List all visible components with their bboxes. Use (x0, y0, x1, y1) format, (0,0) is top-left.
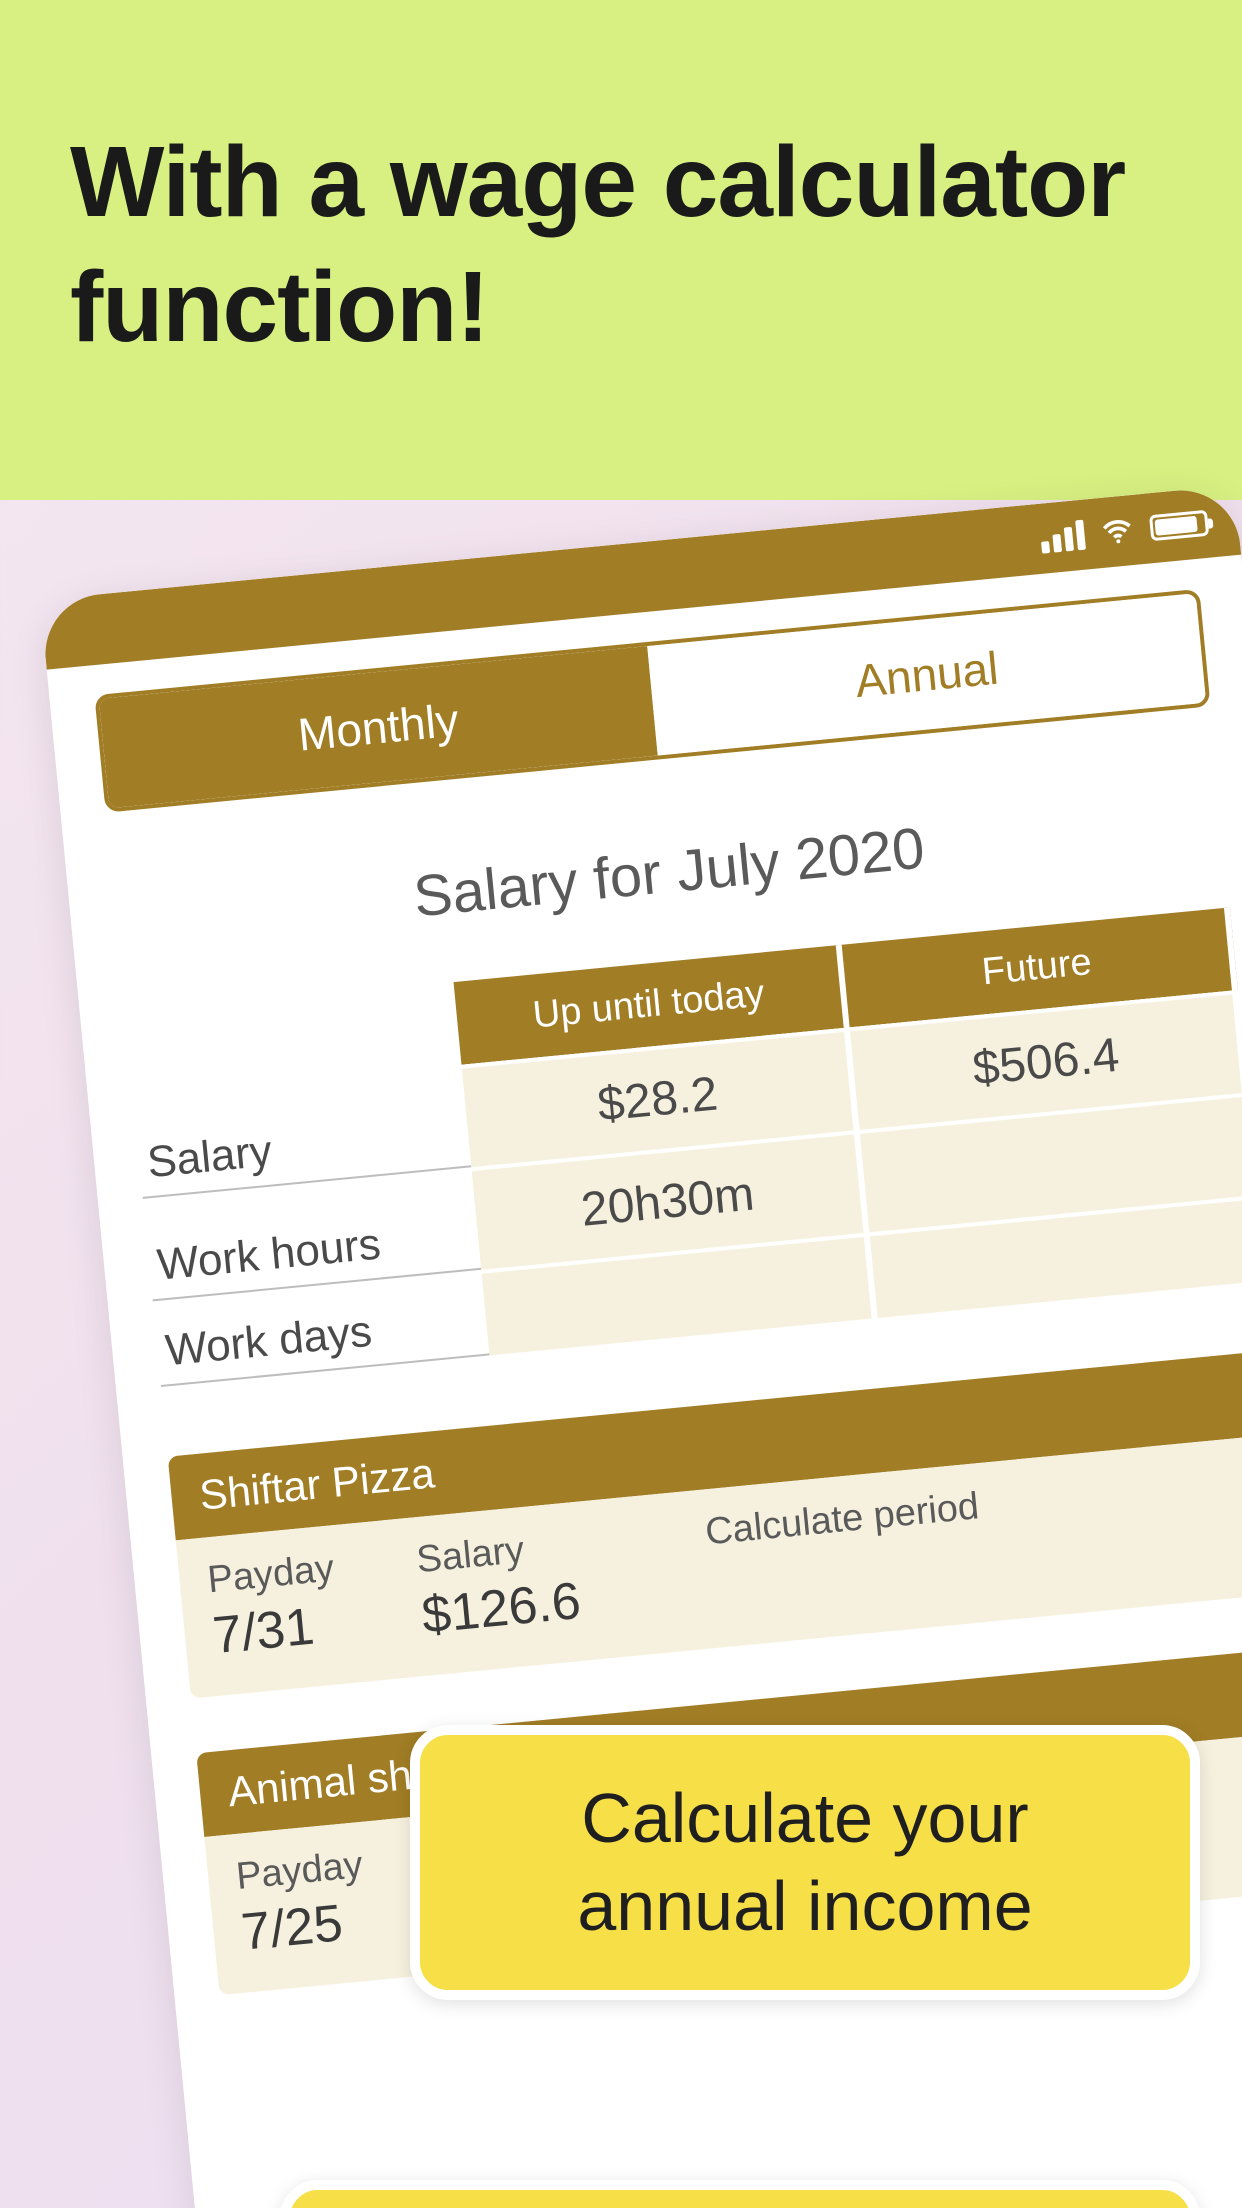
signal-icon (1039, 520, 1086, 554)
row-label-salary: Salary (135, 1082, 472, 1199)
battery-icon (1149, 510, 1209, 541)
headline-banner: With a wage calculator function! (0, 0, 1242, 500)
summary-spacer (125, 982, 461, 1096)
wifi-icon (1099, 513, 1136, 550)
summary-table: Up until today Future Salary $28.2 $506.… (125, 907, 1242, 1387)
phone-stage: Monthly Annual Salary for July 2020 Up u… (0, 520, 1242, 2208)
tab-monthly[interactable]: Monthly (99, 646, 658, 808)
headline-text: With a wage calculator function! (70, 120, 1172, 370)
callout-multiple-jobs: For people working multiple jobs (280, 2180, 1200, 2208)
callout-annual-income: Calculate your annual income (410, 1725, 1200, 2000)
job-card-0[interactable]: Shiftar Pizza Payday 7/31 Salary $126.6 … (168, 1350, 1242, 1698)
tab-annual[interactable]: Annual (647, 593, 1206, 755)
status-icons (1039, 506, 1209, 556)
